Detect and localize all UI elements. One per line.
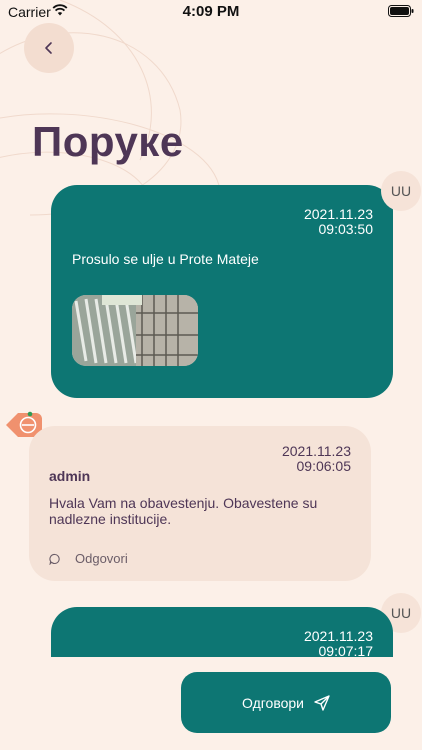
reply-link-label: Odgovori xyxy=(75,551,128,566)
back-button[interactable] xyxy=(24,23,74,73)
message-datetime: 2021.11.23 09:07:17 xyxy=(303,628,373,658)
reply-button-label: Одговори xyxy=(241,694,304,711)
page-title: Поруке xyxy=(32,118,184,165)
message-author: admin xyxy=(49,468,91,484)
message-datetime: 2021.11.23 09:03:50 xyxy=(303,206,373,237)
message-bubble-admin: 2021.11.23 09:06:05 admin Hvala Vam na o… xyxy=(29,426,371,581)
paper-plane-icon xyxy=(314,694,330,711)
message-text: Hvala Vam na obavestenju. Obavestene su … xyxy=(49,495,318,527)
reply-button[interactable]: Одговори xyxy=(181,672,391,733)
avatar: UU xyxy=(381,171,421,211)
message-bubble-user: 2021.11.23 09:03:50 Prosulo se ulje u Pr… xyxy=(51,185,393,398)
chevron-left-icon xyxy=(45,42,52,54)
comment-icon xyxy=(49,553,60,565)
message-photo[interactable] xyxy=(72,295,198,366)
status-bar: Carrier 4:09 PM xyxy=(0,0,422,24)
battery-icon xyxy=(388,5,414,17)
status-time: 4:09 PM xyxy=(182,3,240,20)
reply-link[interactable]: Odgovori xyxy=(49,551,128,566)
building-photo-image xyxy=(72,295,198,366)
message-bubble-user: 2021.11.23 09:07:17 xyxy=(51,607,393,657)
message-text: Prosulo se ulje u Prote Mateje xyxy=(72,251,259,267)
message-datetime: 2021.11.23 09:06:05 xyxy=(281,443,351,474)
message-list-viewport: 2021.11.23 09:07:17 xyxy=(0,590,422,657)
